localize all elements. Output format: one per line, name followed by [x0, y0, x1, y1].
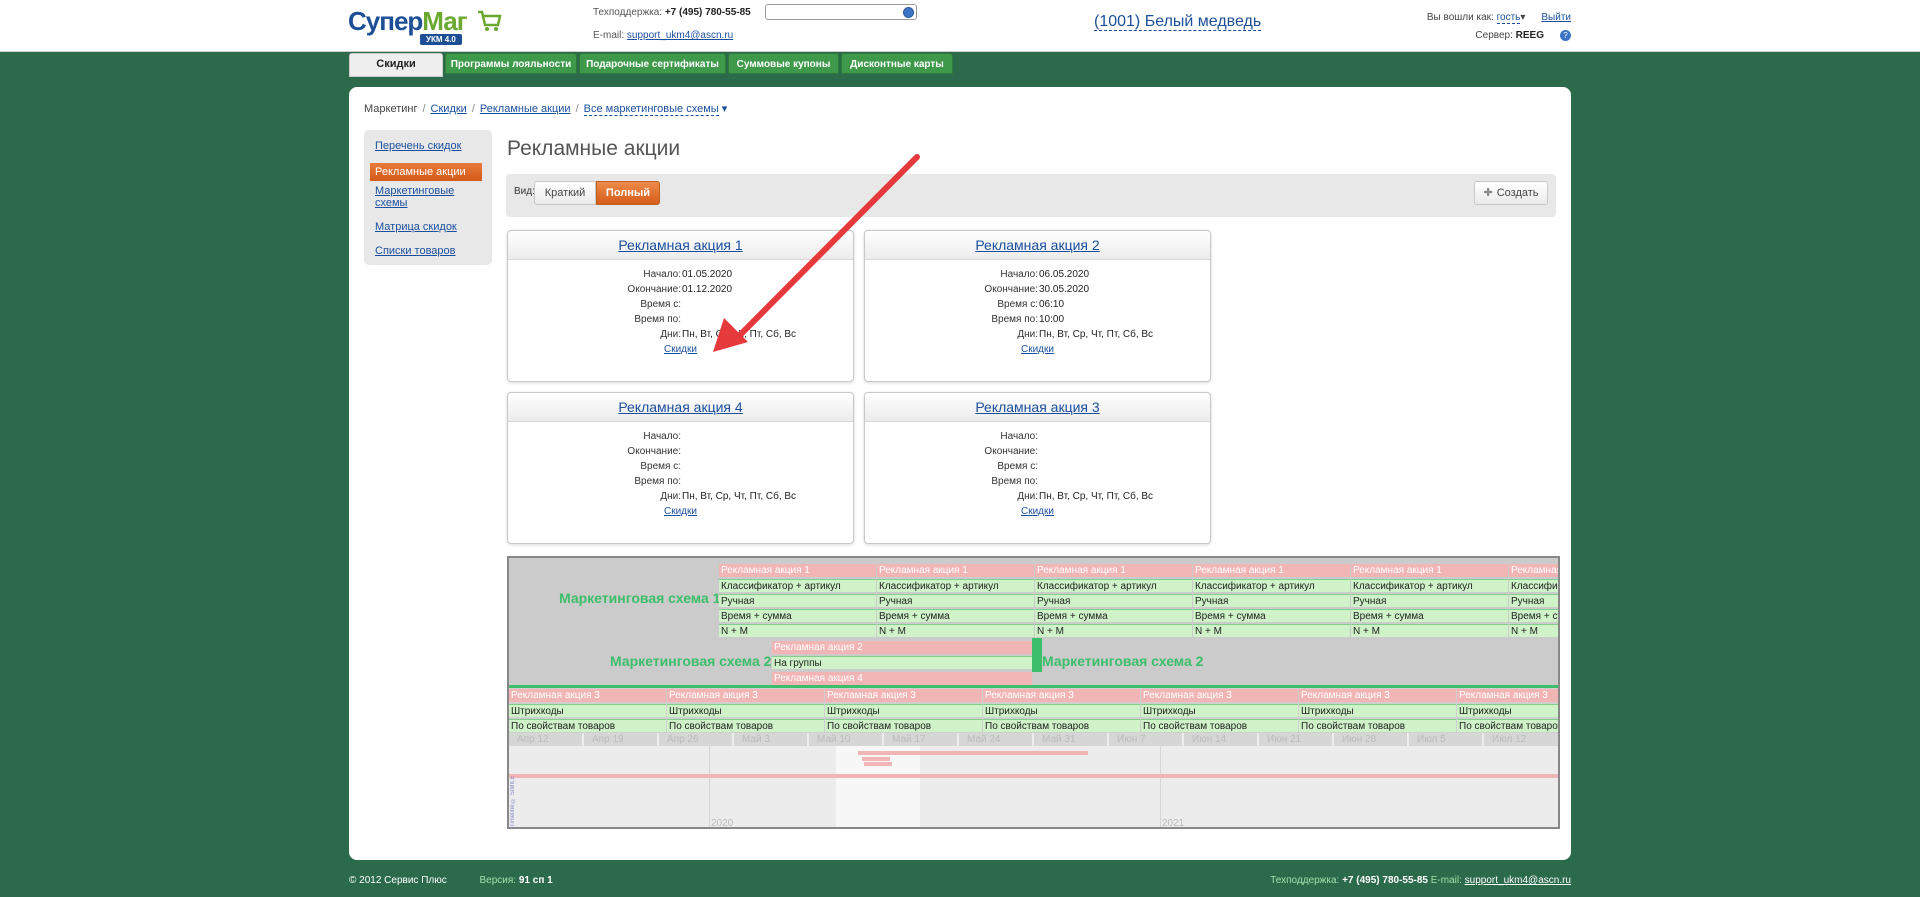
timeline-row: Рекламная акция 2: [772, 641, 1032, 654]
view-short-button[interactable]: Краткий: [534, 181, 596, 205]
discounts-link[interactable]: Скидки: [1021, 344, 1054, 355]
timeline-credit: Timeline © SIMILE: [510, 775, 516, 827]
tab-discounts[interactable]: Скидки: [349, 53, 443, 77]
copyright: © 2012 Сервис Плюс: [349, 875, 447, 886]
timeline-event-bar: [509, 774, 1558, 778]
scheme-separator: [509, 685, 1558, 688]
promo-card-title[interactable]: Рекламная акция 1: [618, 237, 742, 253]
year-divider: [709, 746, 710, 827]
breadcrumb: Маркетинг / Скидки / Рекламные акции / Все мар…: [364, 103, 728, 116]
timeline-row: Рекламная акция 4: [772, 672, 1032, 685]
tab-loyalty-programs[interactable]: Программы лояльности: [445, 53, 577, 74]
timeline-event-bar: [864, 762, 892, 766]
cart-icon: [478, 10, 502, 31]
store-selector[interactable]: (1001) Белый медведь: [1094, 13, 1262, 31]
sidebar-item-marketing-schemes[interactable]: Маркетинговые схемы: [370, 184, 460, 210]
year-divider: [1160, 746, 1161, 827]
scheme-divider: [1032, 638, 1042, 672]
promo-card-title[interactable]: Рекламная акция 4: [618, 399, 742, 415]
discounts-link[interactable]: Скидки: [664, 506, 697, 517]
sidebar-item-discount-list[interactable]: Перечень скидок: [370, 139, 492, 153]
scheme-label: Маркетинговая схема 2: [1042, 653, 1204, 669]
timeline-band[interactable]: Апр 12 Апр 19 Апр 26 Май 3 Май 10 Май 17…: [509, 733, 1558, 829]
chevron-down-icon[interactable]: ▾: [1520, 12, 1525, 23]
footer: © 2012 Сервис Плюс Версия: 91 сп 1 Техпо…: [349, 875, 1571, 886]
promo-card-title[interactable]: Рекламная акция 2: [975, 237, 1099, 253]
promo-card: Рекламная акция 1 Начало: 01.05.2020 Окон…: [507, 230, 854, 382]
timeline-row: По свойствам товаров По свойствам товаро…: [509, 719, 1560, 732]
discounts-link[interactable]: Скидки: [1021, 506, 1054, 517]
year-label: 2021: [1162, 818, 1185, 829]
page-title: Рекламные акции: [507, 137, 681, 160]
sidebar-item-product-lists[interactable]: Списки товаров: [370, 244, 492, 258]
marketing-timeline[interactable]: Маркетинговая схема 1 Рекламная акция 1 …: [507, 556, 1560, 829]
support-info: Техподдержка: +7 (495) 780-55-85 E-mail:…: [593, 7, 751, 41]
view-toolbar: Вид: Краткий Полный ✚ Создать: [506, 174, 1556, 217]
view-label: Вид:: [514, 186, 535, 197]
support-email-link[interactable]: support_ukm4@ascn.ru: [627, 30, 733, 41]
create-button[interactable]: ✚ Создать: [1474, 181, 1548, 205]
timeline-row: Ручная Ручная Ручная Ручная Ручная Ручна…: [719, 594, 1558, 607]
logout-link[interactable]: Выйти: [1541, 12, 1571, 23]
timeline-row: Штрихкоды Штрихкоды Штрихкоды Штрихкоды …: [509, 704, 1558, 717]
main-panel: Маркетинг / Скидки / Рекламные акции / Все мар…: [349, 87, 1571, 860]
scheme-label: Маркетинговая схема 1: [559, 590, 721, 606]
footer-email-link[interactable]: support_ukm4@ascn.ru: [1465, 875, 1571, 886]
plus-icon: ✚: [1483, 187, 1493, 199]
discounts-link[interactable]: Скидки: [664, 344, 697, 355]
timeline-event-bar: [858, 751, 1088, 755]
search-icon[interactable]: [903, 7, 914, 18]
year-label: 2020: [711, 818, 734, 829]
tab-gift-certificates[interactable]: Подарочные сертификаты: [579, 53, 726, 74]
search-input[interactable]: [765, 4, 917, 20]
timeline-row: N + M N + M N + M N + M N + M N + M: [719, 624, 1558, 637]
breadcrumb-promo-actions[interactable]: Рекламные акции: [480, 103, 571, 115]
promo-card: Рекламная акция 4 Начало: Окончание: Вре…: [507, 392, 854, 544]
breadcrumb-discounts[interactable]: Скидки: [431, 103, 467, 115]
supermag-logo[interactable]: СуперМаг УКМ 4.0: [348, 6, 508, 46]
tab-sum-coupons[interactable]: Суммовые купоны: [728, 53, 839, 74]
promo-card: Рекламная акция 3 Начало: Окончание: Вре…: [864, 392, 1211, 544]
server-name: REEG: [1515, 30, 1544, 41]
promo-card-title[interactable]: Рекламная акция 3: [975, 399, 1099, 415]
timeline-event-bar: [862, 757, 890, 761]
breadcrumb-schemes-dropdown[interactable]: Все маркетинговые схемы: [583, 103, 719, 116]
top-header: СуперМаг УКМ 4.0 Техподдержка: +7 (495) …: [0, 0, 1920, 52]
promo-card: Рекламная акция 2 Начало: 06.05.2020 Окон…: [864, 230, 1211, 382]
timeline-row: Классификатор + артикул Классификатор + …: [719, 579, 1558, 592]
scheme-label: Маркетинговая схема 2: [610, 653, 772, 669]
user-info: Вы вошли как: гость▾ Выйти Сервер: REEG?: [1426, 12, 1571, 41]
sidebar: Перечень скидок Рекламные акции Маркетин…: [364, 130, 492, 265]
help-icon[interactable]: ?: [1560, 29, 1571, 41]
view-full-button[interactable]: Полный: [596, 181, 660, 205]
tab-discount-cards[interactable]: Дисконтные карты: [841, 53, 953, 74]
sidebar-item-discount-matrix[interactable]: Матрица скидок: [370, 220, 492, 234]
chevron-down-icon[interactable]: ▾: [722, 103, 728, 115]
user-login-dropdown[interactable]: гость: [1496, 12, 1521, 24]
timeline-row: Рекламная акция 3 Рекламная акция 3 Рекл…: [509, 689, 1558, 702]
logo-text: СуперМаг: [348, 6, 468, 36]
timeline-row: На группы: [772, 656, 1032, 669]
timeline-row: Рекламная акция 1 Рекламная акция 1 Рекл…: [719, 564, 1558, 577]
version-number: 91 сп 1: [518, 875, 553, 886]
version-badge: УКМ 4.0: [420, 34, 462, 45]
timeline-row: Время + сумма Время + сумма Время + сумм…: [719, 609, 1558, 622]
sidebar-item-promo-actions[interactable]: Рекламные акции: [370, 163, 482, 181]
